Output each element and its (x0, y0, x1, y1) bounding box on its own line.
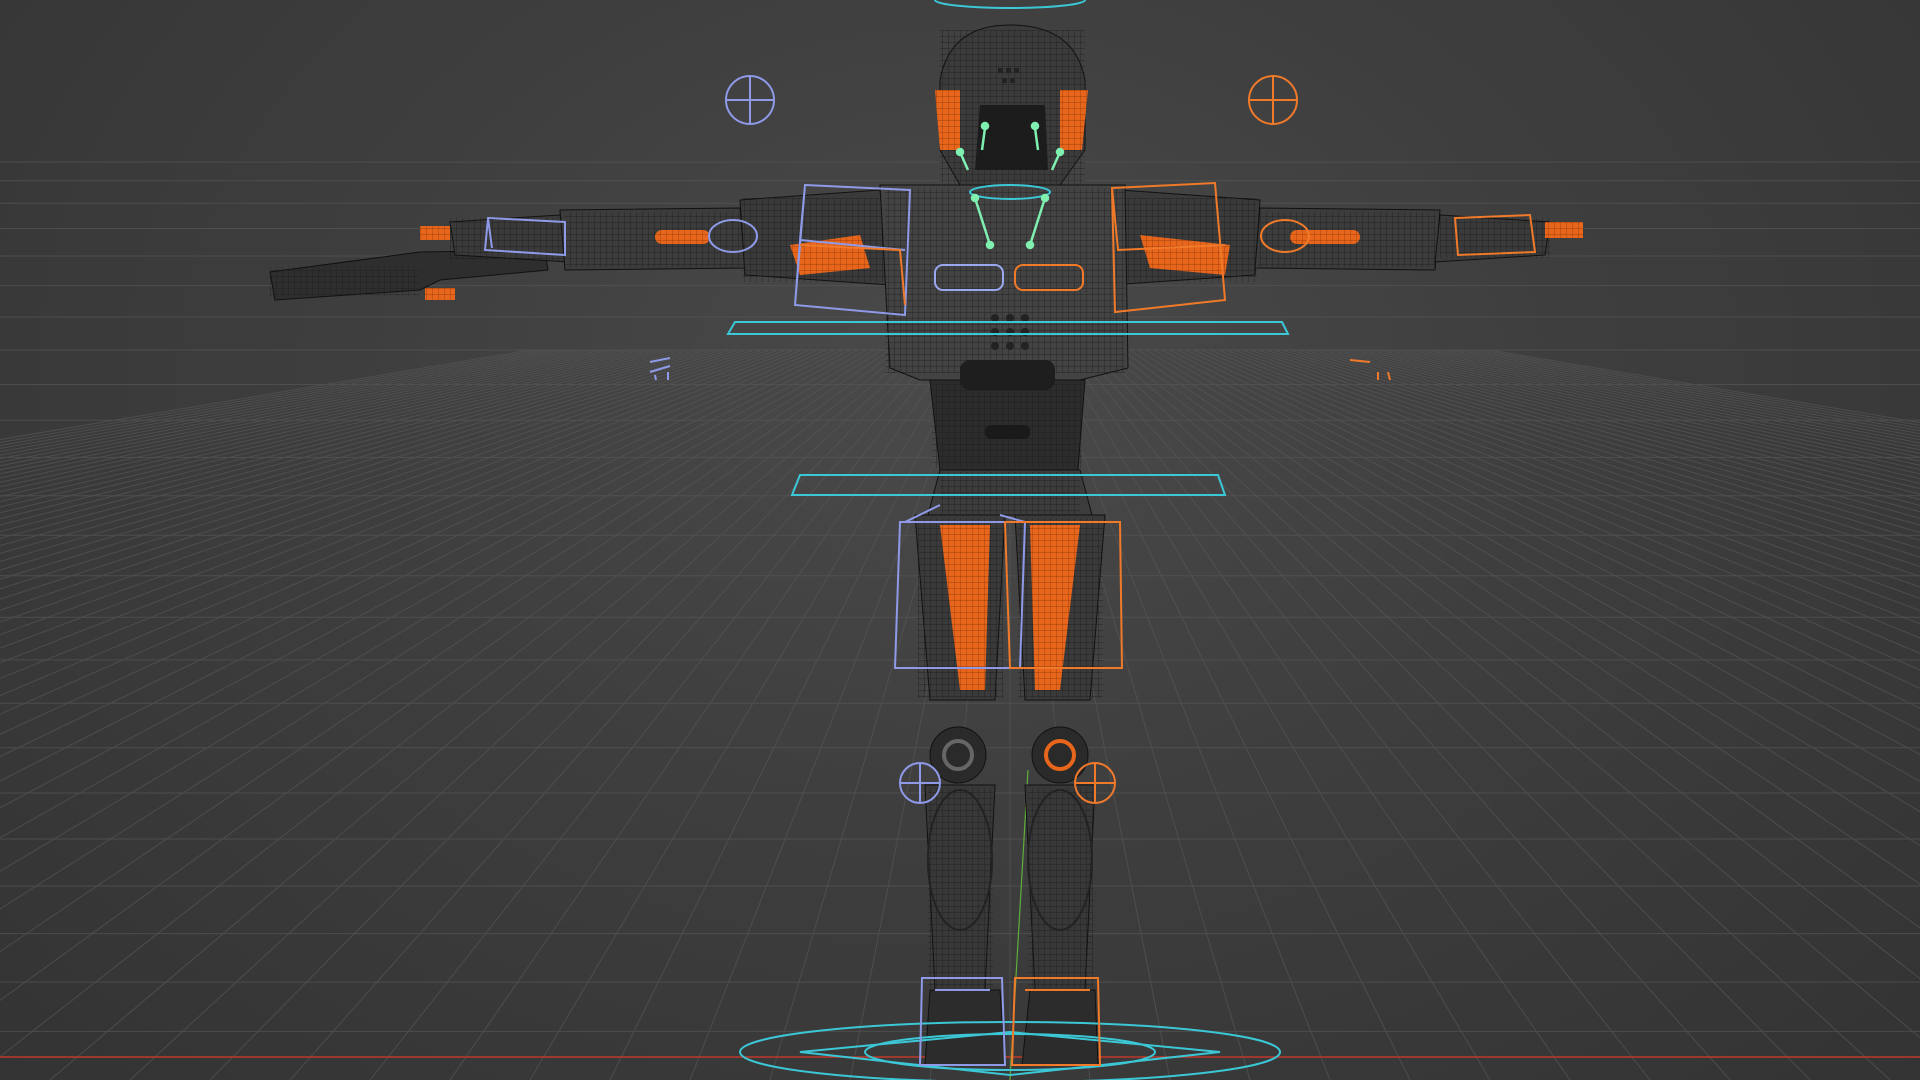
knee-joints[interactable] (929, 726, 1089, 784)
elbow-target-right-icon[interactable] (1248, 75, 1298, 125)
right-arm[interactable] (1109, 189, 1583, 286)
knee-target-right-icon[interactable] (1074, 762, 1116, 804)
torso[interactable] (879, 184, 1129, 516)
head[interactable] (935, 24, 1088, 186)
knee-target-left-icon[interactable] (899, 762, 941, 804)
head-top-ring[interactable] (934, 0, 1086, 9)
elbow-target-left-icon[interactable] (725, 75, 775, 125)
3d-viewport[interactable] (0, 0, 1920, 1080)
viewport-canvas[interactable] (0, 0, 1920, 1080)
